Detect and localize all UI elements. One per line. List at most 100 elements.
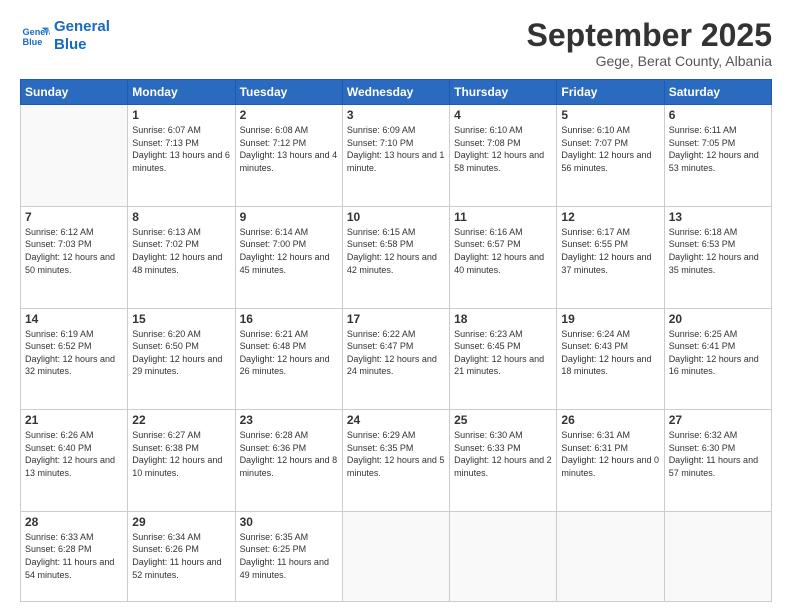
sunset: Sunset: 6:43 PM	[561, 340, 659, 353]
day-info: Sunrise: 6:29 AM Sunset: 6:35 PM Dayligh…	[347, 429, 445, 479]
daylight: Daylight: 12 hours and 18 minutes.	[561, 353, 659, 378]
sunrise: Sunrise: 6:19 AM	[25, 328, 123, 341]
day-info: Sunrise: 6:27 AM Sunset: 6:38 PM Dayligh…	[132, 429, 230, 479]
sunset: Sunset: 6:48 PM	[240, 340, 338, 353]
sunset: Sunset: 7:08 PM	[454, 137, 552, 150]
title-block: September 2025 Gege, Berat County, Alban…	[527, 18, 772, 69]
sunrise: Sunrise: 6:12 AM	[25, 226, 123, 239]
table-row: 8 Sunrise: 6:13 AM Sunset: 7:02 PM Dayli…	[128, 206, 235, 308]
table-row: 14 Sunrise: 6:19 AM Sunset: 6:52 PM Dayl…	[21, 308, 128, 410]
sunset: Sunset: 7:03 PM	[25, 238, 123, 251]
daylight: Daylight: 12 hours and 24 minutes.	[347, 353, 445, 378]
sunset: Sunset: 6:31 PM	[561, 442, 659, 455]
sunrise: Sunrise: 6:25 AM	[669, 328, 767, 341]
day-number: 28	[25, 515, 123, 529]
sunset: Sunset: 7:02 PM	[132, 238, 230, 251]
sunrise: Sunrise: 6:24 AM	[561, 328, 659, 341]
header: General Blue General Blue September 2025…	[20, 18, 772, 69]
day-number: 18	[454, 312, 552, 326]
daylight: Daylight: 11 hours and 57 minutes.	[669, 454, 767, 479]
day-info: Sunrise: 6:20 AM Sunset: 6:50 PM Dayligh…	[132, 328, 230, 378]
sunset: Sunset: 6:52 PM	[25, 340, 123, 353]
header-tuesday: Tuesday	[235, 80, 342, 105]
day-info: Sunrise: 6:08 AM Sunset: 7:12 PM Dayligh…	[240, 124, 338, 174]
daylight: Daylight: 12 hours and 29 minutes.	[132, 353, 230, 378]
sunset: Sunset: 7:10 PM	[347, 137, 445, 150]
day-number: 14	[25, 312, 123, 326]
sunrise: Sunrise: 6:35 AM	[240, 531, 338, 544]
header-friday: Friday	[557, 80, 664, 105]
table-row: 22 Sunrise: 6:27 AM Sunset: 6:38 PM Dayl…	[128, 410, 235, 512]
weekday-header-row: Sunday Monday Tuesday Wednesday Thursday…	[21, 80, 772, 105]
sunrise: Sunrise: 6:15 AM	[347, 226, 445, 239]
sunrise: Sunrise: 6:26 AM	[25, 429, 123, 442]
sunset: Sunset: 7:05 PM	[669, 137, 767, 150]
day-number: 11	[454, 210, 552, 224]
day-number: 2	[240, 108, 338, 122]
day-info: Sunrise: 6:17 AM Sunset: 6:55 PM Dayligh…	[561, 226, 659, 276]
svg-text:Blue: Blue	[23, 37, 43, 47]
table-row: 11 Sunrise: 6:16 AM Sunset: 6:57 PM Dayl…	[450, 206, 557, 308]
day-info: Sunrise: 6:10 AM Sunset: 7:07 PM Dayligh…	[561, 124, 659, 174]
logo-line1: General	[54, 18, 110, 35]
day-info: Sunrise: 6:34 AM Sunset: 6:26 PM Dayligh…	[132, 531, 230, 581]
daylight: Daylight: 12 hours and 10 minutes.	[132, 454, 230, 479]
table-row: 6 Sunrise: 6:11 AM Sunset: 7:05 PM Dayli…	[664, 105, 771, 207]
sunset: Sunset: 6:30 PM	[669, 442, 767, 455]
sunset: Sunset: 6:57 PM	[454, 238, 552, 251]
day-number: 27	[669, 413, 767, 427]
day-number: 9	[240, 210, 338, 224]
sunrise: Sunrise: 6:13 AM	[132, 226, 230, 239]
header-thursday: Thursday	[450, 80, 557, 105]
table-row: 3 Sunrise: 6:09 AM Sunset: 7:10 PM Dayli…	[342, 105, 449, 207]
table-row: 7 Sunrise: 6:12 AM Sunset: 7:03 PM Dayli…	[21, 206, 128, 308]
table-row: 30 Sunrise: 6:35 AM Sunset: 6:25 PM Dayl…	[235, 511, 342, 601]
sunrise: Sunrise: 6:30 AM	[454, 429, 552, 442]
day-number: 7	[25, 210, 123, 224]
day-number: 10	[347, 210, 445, 224]
day-info: Sunrise: 6:10 AM Sunset: 7:08 PM Dayligh…	[454, 124, 552, 174]
table-row: 13 Sunrise: 6:18 AM Sunset: 6:53 PM Dayl…	[664, 206, 771, 308]
table-row: 16 Sunrise: 6:21 AM Sunset: 6:48 PM Dayl…	[235, 308, 342, 410]
logo-icon: General Blue	[20, 21, 50, 51]
table-row	[664, 511, 771, 601]
day-info: Sunrise: 6:31 AM Sunset: 6:31 PM Dayligh…	[561, 429, 659, 479]
sunset: Sunset: 6:47 PM	[347, 340, 445, 353]
sunset: Sunset: 6:33 PM	[454, 442, 552, 455]
header-monday: Monday	[128, 80, 235, 105]
table-row	[21, 105, 128, 207]
sunrise: Sunrise: 6:28 AM	[240, 429, 338, 442]
daylight: Daylight: 12 hours and 5 minutes.	[347, 454, 445, 479]
table-row	[342, 511, 449, 601]
day-info: Sunrise: 6:09 AM Sunset: 7:10 PM Dayligh…	[347, 124, 445, 174]
table-row	[450, 511, 557, 601]
calendar-table: Sunday Monday Tuesday Wednesday Thursday…	[20, 79, 772, 602]
sunset: Sunset: 6:28 PM	[25, 543, 123, 556]
day-info: Sunrise: 6:16 AM Sunset: 6:57 PM Dayligh…	[454, 226, 552, 276]
sunrise: Sunrise: 6:29 AM	[347, 429, 445, 442]
table-row: 9 Sunrise: 6:14 AM Sunset: 7:00 PM Dayli…	[235, 206, 342, 308]
sunset: Sunset: 6:38 PM	[132, 442, 230, 455]
table-row: 10 Sunrise: 6:15 AM Sunset: 6:58 PM Dayl…	[342, 206, 449, 308]
day-info: Sunrise: 6:19 AM Sunset: 6:52 PM Dayligh…	[25, 328, 123, 378]
sunrise: Sunrise: 6:23 AM	[454, 328, 552, 341]
sunset: Sunset: 6:26 PM	[132, 543, 230, 556]
daylight: Daylight: 12 hours and 2 minutes.	[454, 454, 552, 479]
page: General Blue General Blue September 2025…	[0, 0, 792, 612]
daylight: Daylight: 12 hours and 8 minutes.	[240, 454, 338, 479]
sunrise: Sunrise: 6:08 AM	[240, 124, 338, 137]
day-number: 15	[132, 312, 230, 326]
daylight: Daylight: 11 hours and 52 minutes.	[132, 556, 230, 581]
day-number: 1	[132, 108, 230, 122]
day-number: 19	[561, 312, 659, 326]
daylight: Daylight: 12 hours and 50 minutes.	[25, 251, 123, 276]
sunrise: Sunrise: 6:21 AM	[240, 328, 338, 341]
sunrise: Sunrise: 6:27 AM	[132, 429, 230, 442]
day-info: Sunrise: 6:25 AM Sunset: 6:41 PM Dayligh…	[669, 328, 767, 378]
header-saturday: Saturday	[664, 80, 771, 105]
daylight: Daylight: 12 hours and 32 minutes.	[25, 353, 123, 378]
sunset: Sunset: 6:45 PM	[454, 340, 552, 353]
daylight: Daylight: 12 hours and 26 minutes.	[240, 353, 338, 378]
table-row: 2 Sunrise: 6:08 AM Sunset: 7:12 PM Dayli…	[235, 105, 342, 207]
day-info: Sunrise: 6:22 AM Sunset: 6:47 PM Dayligh…	[347, 328, 445, 378]
